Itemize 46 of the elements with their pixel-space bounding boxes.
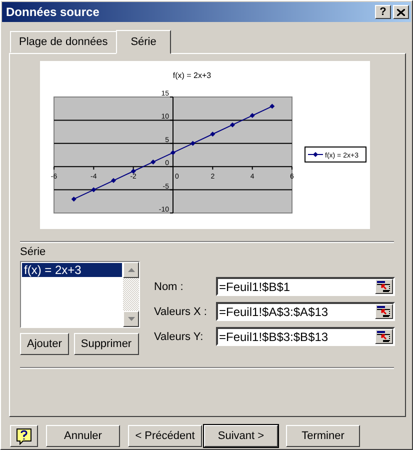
point [270, 104, 275, 109]
footer-button[interactable]: Terminer [286, 425, 360, 447]
point [210, 132, 216, 137]
range-picker-icon [377, 331, 391, 342]
range-field[interactable]: =Feuil1!$B$1 [216, 277, 395, 296]
collapse-dialog-button[interactable] [375, 279, 393, 294]
help-button[interactable]: ? [375, 5, 391, 19]
point [150, 159, 156, 164]
field-label: Valeurs X : [154, 306, 208, 318]
close-button[interactable] [393, 5, 409, 19]
tab[interactable]: Série [116, 30, 172, 54]
series-item[interactable]: f(x) = 2x+3 [22, 263, 122, 277]
point [71, 196, 76, 202]
collapse-dialog-button[interactable] [375, 329, 393, 344]
point [130, 168, 136, 174]
scroll-up-icon[interactable] [128, 268, 134, 272]
range-field[interactable]: =Feuil1!$A$3:$A$13 [216, 302, 395, 321]
chart-title: f(x) = 2x+3 [172, 71, 212, 80]
series-label: Série [20, 246, 47, 258]
field-label: Valeurs Y: [154, 330, 204, 342]
point [170, 150, 176, 156]
footer-button[interactable]: < Précédent [128, 425, 202, 447]
collapse-dialog-button[interactable] [375, 304, 393, 319]
window-title: Données source [6, 5, 100, 19]
series-button[interactable]: Supprimer [74, 333, 139, 355]
point [111, 178, 116, 184]
tab[interactable]: Plage de données [10, 31, 117, 53]
legend-box [304, 146, 366, 162]
field-label: Nom : [154, 280, 184, 292]
footer-button[interactable]: Suivant > [204, 425, 278, 447]
series-list[interactable]: f(x) = 2x+3 [20, 261, 140, 328]
range-picker-icon [377, 281, 391, 292]
help-button[interactable] [10, 425, 38, 447]
range-field[interactable]: =Feuil1!$B$3:$B$13 [216, 327, 395, 346]
point [91, 187, 96, 192]
point [230, 122, 235, 128]
footer-button[interactable]: Annuler [46, 425, 120, 447]
help-balloon-icon [16, 428, 32, 444]
range-picker-icon [377, 306, 391, 317]
scroll-down-icon[interactable] [128, 317, 134, 321]
series-button[interactable]: Ajouter [20, 333, 69, 355]
point [190, 140, 196, 146]
scrollbar[interactable] [123, 262, 139, 327]
point [250, 113, 255, 118]
close-icon [397, 8, 405, 16]
legend-marker-icon [308, 152, 324, 157]
